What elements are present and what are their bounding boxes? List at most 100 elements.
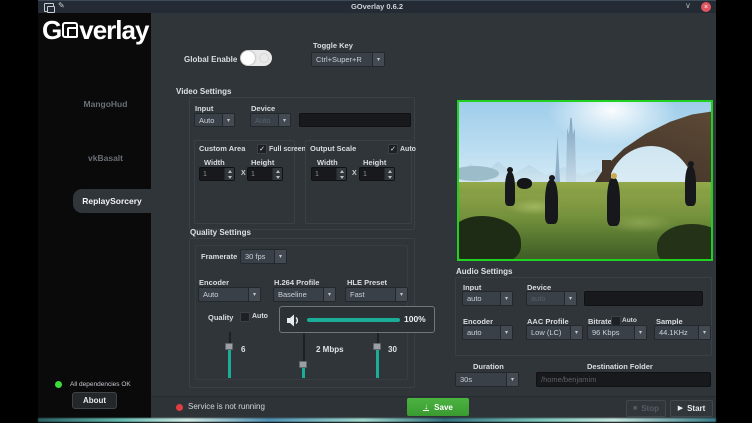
- hle-preset-label: HLE Preset: [347, 278, 387, 287]
- audio-encoder-select[interactable]: auto ▾: [462, 325, 513, 340]
- audio-encoder-value: auto: [463, 326, 500, 339]
- video-device-select[interactable]: Auto ▾: [250, 113, 291, 127]
- audio-settings-title: Audio Settings: [456, 267, 512, 276]
- sidebar-item-replaysorcery[interactable]: ReplaySorcery: [73, 196, 151, 206]
- slider-fill: [228, 349, 231, 378]
- chevron-down-icon[interactable]: ∨: [685, 1, 691, 10]
- destination-folder-input[interactable]: /home/benjamim: [536, 372, 711, 387]
- spin-down-button[interactable]: [385, 174, 394, 180]
- toggle-off-ring: [259, 53, 269, 63]
- combo-arrow-icon[interactable]: ▾: [500, 292, 512, 305]
- spin-down-button[interactable]: [337, 174, 346, 180]
- encoder-select[interactable]: Auto ▾: [198, 287, 261, 302]
- destination-folder-label: Destination Folder: [587, 362, 653, 371]
- sample-value: 44.1KHz: [655, 326, 698, 339]
- bitrate-auto-label: Auto: [622, 317, 637, 324]
- quality-max-value: 30: [388, 345, 397, 354]
- goverlay-window: ✎ GOverlay 0.6.2 ∨ × Gverlay MangoHud vk…: [0, 0, 752, 423]
- quality-max-slider[interactable]: [373, 332, 382, 378]
- combo-arrow-icon[interactable]: ▾: [395, 288, 407, 301]
- save-button[interactable]: ↓ Save: [407, 398, 469, 416]
- sidebar: [38, 13, 151, 418]
- start-button[interactable]: ▶ Start: [670, 400, 713, 417]
- toggle-key-label: Toggle Key: [313, 41, 353, 50]
- quality-auto-label: Auto: [252, 313, 268, 320]
- sample-select[interactable]: 44.1KHz ▾: [654, 325, 711, 340]
- custom-height-spinner[interactable]: 1: [247, 167, 283, 181]
- output-height-label: Height: [363, 158, 386, 167]
- quality-auto-checkbox[interactable]: [240, 312, 250, 322]
- dimension-x-separator: X: [352, 170, 357, 177]
- spin-up-icon: [276, 170, 280, 173]
- h264-profile-label: H.264 Profile: [274, 278, 319, 287]
- audio-device-value: auto: [527, 292, 564, 305]
- slider-handle[interactable]: [373, 343, 381, 350]
- spin-down-icon: [340, 176, 344, 179]
- global-enable-label: Global Enable: [184, 55, 237, 64]
- hle-preset-select[interactable]: Fast ▾: [345, 287, 408, 302]
- slider-fill: [376, 349, 379, 378]
- framerate-label: Framerate: [201, 252, 237, 261]
- spin-down-button[interactable]: [225, 174, 234, 180]
- custom-width-label: Width: [204, 158, 225, 167]
- combo-arrow-icon[interactable]: ▾: [698, 326, 710, 339]
- combo-arrow-icon[interactable]: ▾: [274, 250, 286, 263]
- output-height-spinner[interactable]: 1: [359, 167, 395, 181]
- duration-select[interactable]: 30s ▾: [455, 372, 519, 387]
- toggle-key-select[interactable]: Ctrl+Super+R ▾: [311, 52, 385, 67]
- video-input-select[interactable]: Auto ▾: [194, 113, 235, 127]
- video-device-value: Auto: [251, 114, 278, 126]
- output-width-spinner[interactable]: 1: [311, 167, 347, 181]
- spin-down-button[interactable]: [273, 174, 282, 180]
- output-scale-auto-checkbox[interactable]: ✓: [388, 144, 398, 154]
- fullscreen-checkbox[interactable]: ✓: [257, 144, 267, 154]
- combo-arrow-icon[interactable]: ▾: [506, 373, 518, 386]
- audio-device-select[interactable]: auto ▾: [526, 291, 577, 306]
- sidebar-item-vkbasalt[interactable]: vkBasalt: [60, 153, 151, 163]
- global-enable-toggle[interactable]: [240, 50, 272, 66]
- combo-arrow-icon[interactable]: ▾: [570, 326, 582, 339]
- aac-profile-select[interactable]: Low (LC) ▾: [526, 325, 583, 340]
- custom-width-spinner[interactable]: 1: [199, 167, 235, 181]
- start-button-label: Start: [687, 404, 705, 413]
- check-icon: ✓: [390, 146, 396, 153]
- close-button[interactable]: ×: [701, 2, 711, 12]
- combo-arrow-icon[interactable]: ▾: [222, 114, 234, 126]
- audio-input-select[interactable]: auto ▾: [462, 291, 513, 306]
- quality-min-slider[interactable]: [225, 332, 234, 378]
- bitrate-slider[interactable]: [299, 332, 308, 378]
- video-device-path-input[interactable]: [299, 113, 411, 127]
- desktop-edge-strip: [38, 418, 716, 422]
- fullscreen-label: Full screen: [269, 146, 306, 153]
- output-width-label: Width: [317, 158, 338, 167]
- spin-up-icon: [340, 170, 344, 173]
- duration-value: 30s: [456, 373, 506, 386]
- combo-arrow-icon[interactable]: ▾: [248, 288, 260, 301]
- dependencies-status-dot: [55, 381, 62, 388]
- combo-arrow-icon[interactable]: ▾: [500, 326, 512, 339]
- sidebar-item-mangohud[interactable]: MangoHud: [60, 99, 151, 109]
- volume-osd: 100%: [279, 306, 435, 333]
- goverlay-logo-icon: [62, 22, 78, 38]
- h264-profile-select[interactable]: Baseline ▾: [273, 287, 336, 302]
- combo-arrow-icon[interactable]: ▾: [634, 326, 646, 339]
- scene-rock: [517, 178, 532, 189]
- output-height-value: 1: [360, 168, 384, 180]
- audio-input-value: auto: [463, 292, 500, 305]
- combo-arrow-icon: ▾: [564, 292, 576, 305]
- video-device-label: Device: [251, 104, 275, 113]
- slider-handle[interactable]: [299, 361, 307, 368]
- stop-button[interactable]: ■ Stop: [626, 400, 666, 417]
- combo-arrow-icon[interactable]: ▾: [323, 288, 335, 301]
- bitrate-select[interactable]: 96 Kbps ▾: [587, 325, 647, 340]
- volume-bar[interactable]: [307, 318, 400, 322]
- volume-percent: 100%: [404, 314, 426, 324]
- slider-fill: [302, 367, 305, 378]
- audio-device-path-input[interactable]: [584, 291, 703, 306]
- about-button[interactable]: About: [72, 392, 117, 409]
- framerate-select[interactable]: 30 fps ▾: [240, 249, 287, 264]
- output-width-value: 1: [312, 168, 336, 180]
- slider-handle[interactable]: [225, 343, 233, 350]
- custom-height-value: 1: [248, 168, 272, 180]
- combo-arrow-icon[interactable]: ▾: [372, 53, 384, 66]
